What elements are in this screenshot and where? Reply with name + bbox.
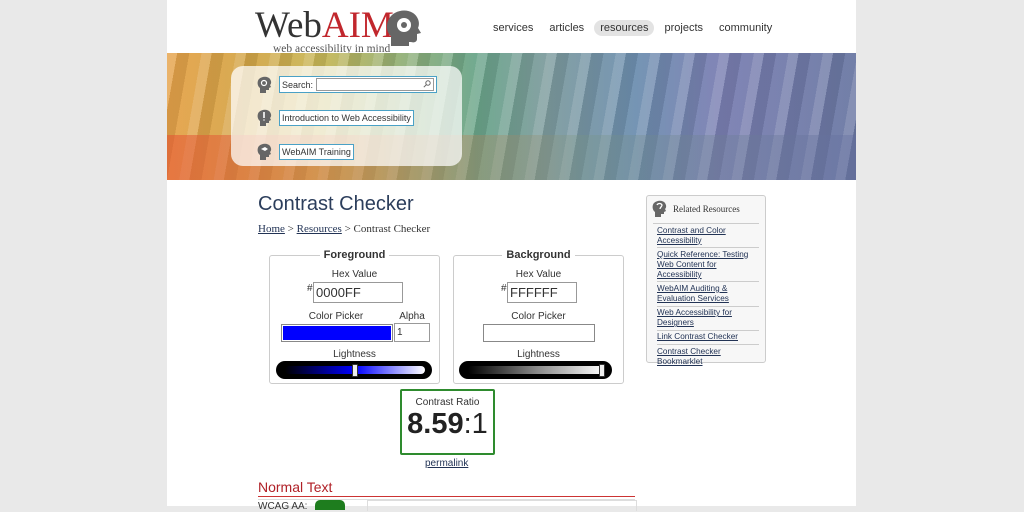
breadcrumb-home[interactable]: Home <box>258 223 285 235</box>
breadcrumb: Home > Resources > Contrast Checker <box>258 223 430 235</box>
main-nav: services articles resources projects com… <box>487 20 778 36</box>
fg-lightness-slider[interactable] <box>276 361 432 379</box>
fg-lightness-handle[interactable] <box>352 364 358 377</box>
fg-picker-label: Color Picker <box>308 311 364 322</box>
bg-lightness-handle[interactable] <box>599 364 605 377</box>
page-title: Contrast Checker <box>258 193 414 215</box>
head-gear-icon <box>386 10 421 46</box>
lightbulb-head-icon <box>257 109 272 126</box>
contrast-ratio-box: Contrast Ratio 8.59:1 <box>400 389 495 455</box>
contrast-ratio-value: 8.59:1 <box>407 408 488 440</box>
fg-color-picker[interactable] <box>281 324 393 342</box>
bg-lightness-slider[interactable] <box>459 361 612 379</box>
list-item: Quick Reference: Testing Web Content for… <box>657 248 759 283</box>
magnifier-icon[interactable] <box>423 80 431 88</box>
related-link[interactable]: Web Accessibility for Designers <box>657 308 732 327</box>
search-row: Search: <box>257 76 438 93</box>
bg-lightness-track <box>468 366 605 374</box>
bg-hex-label: Hex Value <box>515 269 562 280</box>
search-label: Search: <box>282 79 314 90</box>
webaim-logo[interactable]: WebAIM web accessibility in mind <box>255 5 421 55</box>
training-row: WebAIM Training <box>257 143 354 160</box>
breadcrumb-current: Contrast Checker <box>353 223 431 235</box>
heading-divider <box>258 496 635 497</box>
nav-resources[interactable]: resources <box>594 20 655 36</box>
contrast-ratio-label: Contrast Ratio <box>415 397 480 408</box>
fg-lightness-label: Lightness <box>333 349 376 360</box>
breadcrumb-separator: > <box>341 223 354 235</box>
foreground-legend: Foreground <box>270 249 439 261</box>
list-item: Contrast Checker Bookmarklet <box>657 345 759 368</box>
fg-hex-input[interactable]: 0000FF <box>313 282 403 303</box>
related-link[interactable]: Quick Reference: Testing Web Content for… <box>657 250 748 279</box>
breadcrumb-separator: > <box>284 223 297 235</box>
pass-badge <box>315 500 345 510</box>
quicklinks-panel: Search: Introduction to Web Accessibilit… <box>231 66 462 166</box>
page-container: WebAIM web accessibility in mind service… <box>167 0 856 512</box>
fg-alpha-label: Alpha <box>399 311 425 322</box>
training-head-icon <box>257 143 272 160</box>
permalink-link[interactable]: permalink <box>425 458 468 469</box>
intro-link[interactable]: Introduction to Web Accessibility <box>279 109 414 126</box>
fg-alpha-input[interactable]: 1 <box>394 323 430 342</box>
nav-projects[interactable]: projects <box>658 20 709 36</box>
sidebar-title: Related Resources <box>673 203 740 214</box>
nav-community[interactable]: community <box>713 20 778 36</box>
search-form: Search: <box>279 76 438 93</box>
breadcrumb-resources[interactable]: Resources <box>297 223 342 235</box>
background-panel: Background Hex Value # FFFFFF Color Pick… <box>453 249 624 384</box>
bg-hash: # <box>501 283 507 294</box>
normal-text-heading: Normal Text <box>258 479 333 495</box>
resources-head-icon <box>652 200 667 217</box>
fg-hash: # <box>307 283 313 294</box>
logo-wordmark: WebAIM <box>255 5 394 46</box>
related-link[interactable]: Contrast Checker Bookmarklet <box>657 347 721 366</box>
list-item: Web Accessibility for Designers <box>657 307 759 331</box>
bg-picker-label: Color Picker <box>511 311 566 322</box>
nav-services[interactable]: services <box>487 20 539 36</box>
bg-color-picker[interactable] <box>483 324 595 342</box>
list-item: Contrast and Color Accessibility <box>657 224 759 249</box>
nav-articles[interactable]: articles <box>543 20 590 36</box>
list-item: WebAIM Auditing & Evaluation Services <box>657 282 759 307</box>
search-head-icon <box>257 76 272 93</box>
related-link[interactable]: WebAIM Auditing & Evaluation Services <box>657 284 729 303</box>
fg-swatch-fill <box>283 326 391 340</box>
related-resources-sidebar: Related Resources Contrast and Color Acc… <box>646 195 766 366</box>
fg-hex-label: Hex Value <box>331 269 378 280</box>
background-legend: Background <box>454 249 623 261</box>
bg-hex-input[interactable]: FFFFFF <box>507 282 577 303</box>
bg-lightness-label: Lightness <box>517 349 560 360</box>
bg-swatch-fill <box>485 326 593 340</box>
related-link[interactable]: Link Contrast Checker <box>657 332 738 341</box>
foreground-panel: Foreground Hex Value # 0000FF Color Pick… <box>269 249 440 384</box>
search-input[interactable] <box>316 78 435 91</box>
hero-banner: Search: Introduction to Web Accessibilit… <box>167 53 856 180</box>
list-item: Link Contrast Checker <box>657 331 759 345</box>
related-link[interactable]: Contrast and Color Accessibility <box>657 226 726 245</box>
related-links-list: Contrast and Color Accessibility Quick R… <box>657 224 759 368</box>
sidebar-header: Related Resources <box>652 200 740 217</box>
intro-row: Introduction to Web Accessibility <box>257 109 414 126</box>
training-link[interactable]: WebAIM Training <box>279 143 354 160</box>
wcag-aa-label: WCAG AA: <box>258 501 308 512</box>
